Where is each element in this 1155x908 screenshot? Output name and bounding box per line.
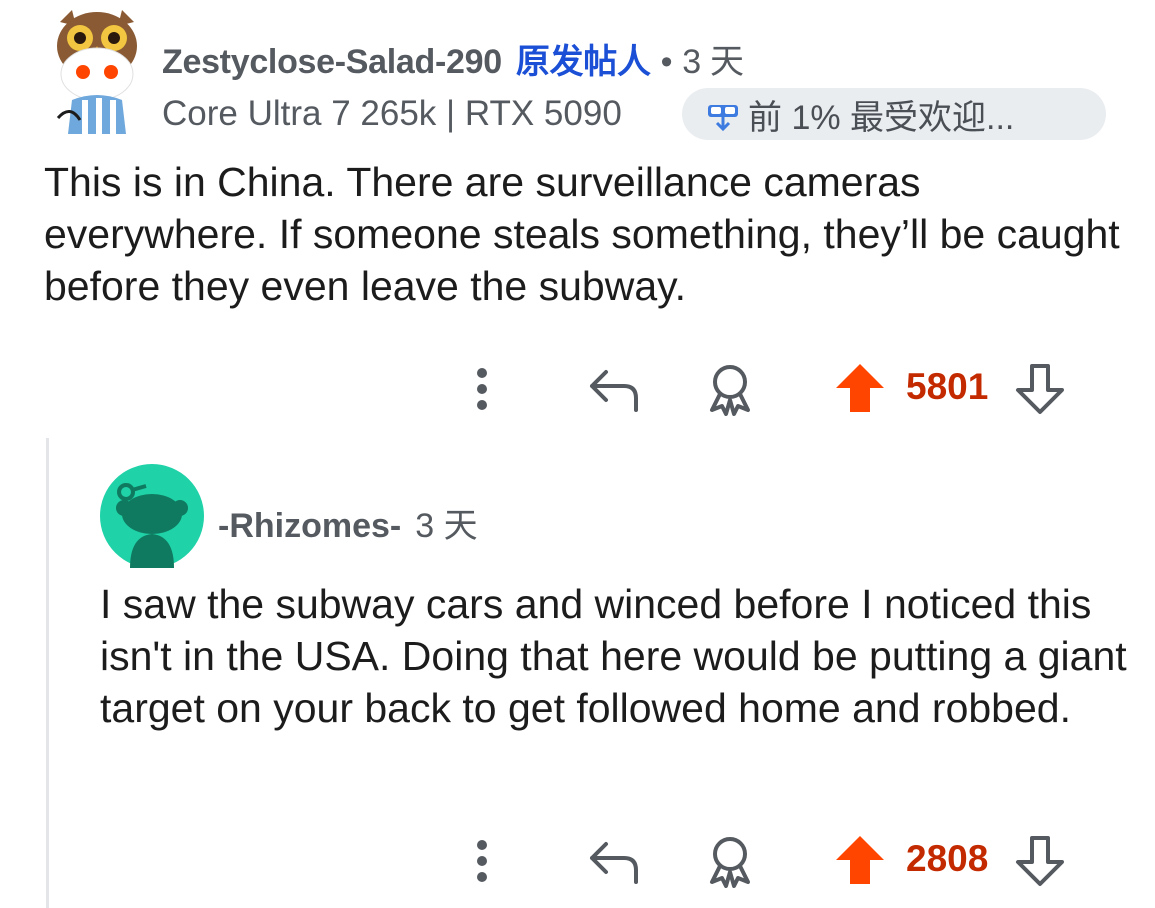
upvote-icon[interactable]	[834, 834, 886, 888]
thread-line[interactable]	[46, 438, 49, 908]
comment-body: I saw the subway cars and winced before …	[100, 581, 1127, 731]
comment-header: Zestyclose-Salad-290 原发帖人 • 3 天	[162, 34, 744, 83]
more-options-icon[interactable]	[472, 364, 492, 414]
avatar[interactable]	[50, 8, 144, 134]
contributor-badge[interactable]: 前 1% 最受欢迎...	[682, 88, 1106, 140]
comment-actions: 2808	[460, 832, 1100, 892]
comment-actions: 5801	[460, 360, 1100, 420]
comment-time: 3 天	[415, 507, 478, 545]
separator-dot: •	[660, 43, 673, 81]
downvote-icon[interactable]	[1014, 834, 1066, 888]
username-link[interactable]: Zestyclose-Salad-290	[162, 43, 502, 81]
reply-icon[interactable]	[586, 364, 640, 414]
username-link[interactable]: -Rhizomes-	[218, 507, 401, 545]
badge-label: 前 1% 最受欢迎...	[748, 98, 1015, 137]
top-contributor-icon	[708, 105, 738, 131]
avatar[interactable]	[100, 464, 204, 568]
vote-count: 2808	[906, 838, 989, 879]
award-icon[interactable]	[704, 834, 756, 888]
award-icon[interactable]	[704, 362, 756, 416]
comment-time: 3 天	[682, 43, 744, 81]
comment-header: -Rhizomes- 3 天	[218, 498, 478, 547]
vote-count: 5801	[906, 366, 989, 407]
more-options-icon[interactable]	[472, 836, 492, 886]
reply-icon[interactable]	[586, 836, 640, 886]
comment-body: This is in China. There are surveillance…	[44, 159, 1120, 309]
upvote-icon[interactable]	[834, 362, 886, 416]
user-flair: Core Ultra 7 265k | RTX 5090	[162, 94, 622, 133]
op-label: 原发帖人	[515, 43, 651, 81]
downvote-icon[interactable]	[1014, 362, 1066, 416]
